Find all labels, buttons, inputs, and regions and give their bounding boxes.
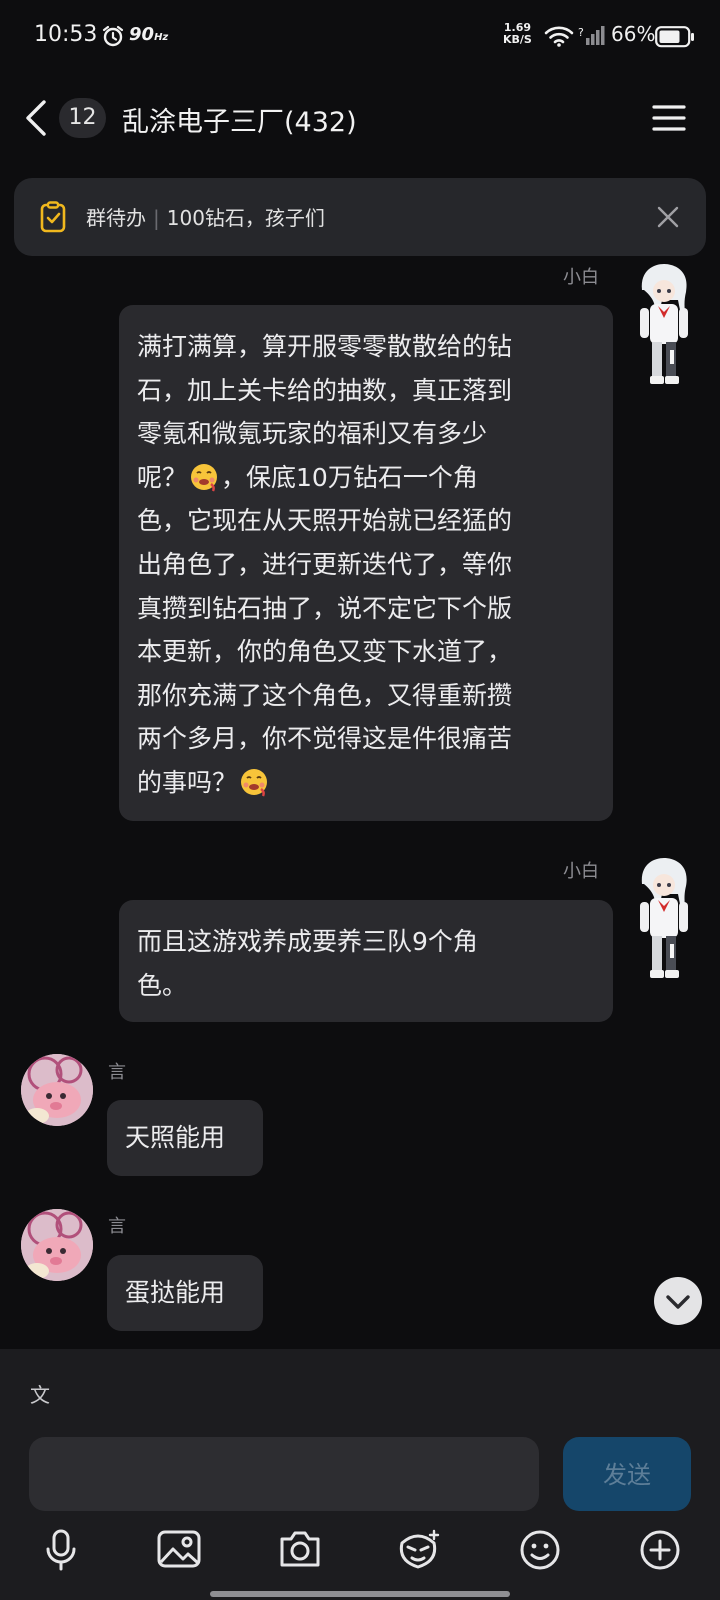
avatar[interactable] xyxy=(21,1054,93,1126)
message-line: 零氪和微氪玩家的福利又有多少 xyxy=(137,419,488,449)
refresh-rate: 90Hz xyxy=(129,24,168,45)
refresh-rate-value: 90 xyxy=(129,24,155,45)
chat-header: 12 乱涂电子三厂(432) xyxy=(0,74,720,164)
translate-icon[interactable]: 文 xyxy=(30,1379,50,1408)
message-bubble[interactable]: 满打满算，算开服零零散散给的钻 石，加上关卡给的抽数，真正落到 零氪和微氪玩家的… xyxy=(119,305,613,821)
unread-count-badge[interactable]: 12 xyxy=(59,98,106,138)
message-line: 呢？ ，保底10万钻石一个角 xyxy=(137,456,595,500)
image-icon[interactable] xyxy=(157,1529,201,1569)
group-todo-banner[interactable]: 群待办 | 100钻石，孩子们 xyxy=(14,178,706,256)
network-speed-unit: KB/S xyxy=(503,33,532,46)
todo-label: 群待办 xyxy=(86,206,146,230)
sender-name: 小白 xyxy=(563,267,599,288)
svg-text:?: ? xyxy=(578,26,584,39)
input-area: 文 发送 xyxy=(0,1349,720,1600)
message-line: 真攒到钻石抽了，说不定它下个版 xyxy=(137,593,513,623)
chevron-down-icon xyxy=(666,1295,690,1323)
avatar[interactable] xyxy=(630,264,698,388)
chevron-left-icon[interactable] xyxy=(22,98,50,138)
message-bubble[interactable]: 蛋挞能用 xyxy=(107,1255,263,1331)
message-line: 本更新，你的角色又变下水道了， xyxy=(137,637,513,667)
avatar[interactable] xyxy=(630,858,698,982)
microphone-icon[interactable] xyxy=(44,1529,78,1571)
chat-title[interactable]: 乱涂电子三厂(432) xyxy=(122,100,357,139)
sender-name: 小白 xyxy=(563,861,599,882)
scroll-to-bottom-button[interactable] xyxy=(654,1277,702,1325)
sender-name: 言 xyxy=(108,1216,126,1237)
menu-icon[interactable] xyxy=(652,104,686,132)
message-text: 呢？ xyxy=(137,462,188,492)
status-time: 10:53 xyxy=(34,22,98,47)
alarm-icon xyxy=(102,25,124,47)
camera-icon[interactable] xyxy=(278,1529,322,1569)
message-text: 天照能用 xyxy=(125,1123,226,1152)
message-line: 的事吗？ xyxy=(137,761,595,805)
plus-circle-icon[interactable] xyxy=(638,1529,682,1571)
wifi-icon xyxy=(544,26,574,47)
drooling-face-emoji-icon xyxy=(241,768,268,797)
battery-icon xyxy=(655,26,694,48)
message-bubble[interactable]: 而且这游戏养成要养三队9个角 色。 xyxy=(119,900,613,1022)
message-line: 满打满算，算开服零零散散给的钻 xyxy=(137,332,513,361)
avatar-image xyxy=(21,1054,93,1126)
message-line: 两个多月，你不觉得这是件很痛苦 xyxy=(137,724,513,754)
message-line: 出角色了，进行更新迭代了，等你 xyxy=(137,549,513,579)
refresh-rate-unit: Hz xyxy=(154,32,169,43)
message-line: 石，加上关卡给的抽数，真正落到 xyxy=(137,375,513,405)
avatar-image xyxy=(21,1209,93,1281)
message-text: 的事吗？ xyxy=(137,767,238,797)
send-button[interactable]: 发送 xyxy=(563,1437,691,1511)
todo-content: 100钻石，孩子们 xyxy=(166,206,325,230)
close-icon[interactable] xyxy=(656,205,680,229)
network-speed: 1.69 KB/S xyxy=(503,22,532,46)
message-input[interactable] xyxy=(29,1437,539,1511)
message-text: ，保底10万钻石一个角 xyxy=(221,462,478,492)
message-line: 色。 xyxy=(137,970,188,1000)
sender-name: 言 xyxy=(108,1062,126,1083)
clipboard-check-icon xyxy=(40,201,66,233)
message-line: 色，它现在从天照开始就已经猛的 xyxy=(137,506,513,536)
message-line: 那你充满了这个角色，又得重新攒 xyxy=(137,680,513,710)
status-bar: 10:53 90Hz 1.69 KB/S ? 66% xyxy=(0,0,720,74)
home-indicator[interactable] xyxy=(210,1591,510,1597)
avatar[interactable] xyxy=(21,1209,93,1281)
message-bubble[interactable]: 天照能用 xyxy=(107,1100,263,1176)
sticker-icon[interactable] xyxy=(396,1529,440,1571)
emoji-icon[interactable] xyxy=(518,1529,562,1571)
message-text: 蛋挞能用 xyxy=(125,1278,226,1307)
message-line: 而且这游戏养成要养三队9个角 xyxy=(137,927,478,956)
battery-percent: 66% xyxy=(611,22,656,46)
todo-text: 群待办 | 100钻石，孩子们 xyxy=(86,202,325,231)
todo-divider: | xyxy=(153,206,160,230)
drooling-face-emoji-icon xyxy=(191,463,218,492)
signal-icon: ? xyxy=(578,26,605,45)
